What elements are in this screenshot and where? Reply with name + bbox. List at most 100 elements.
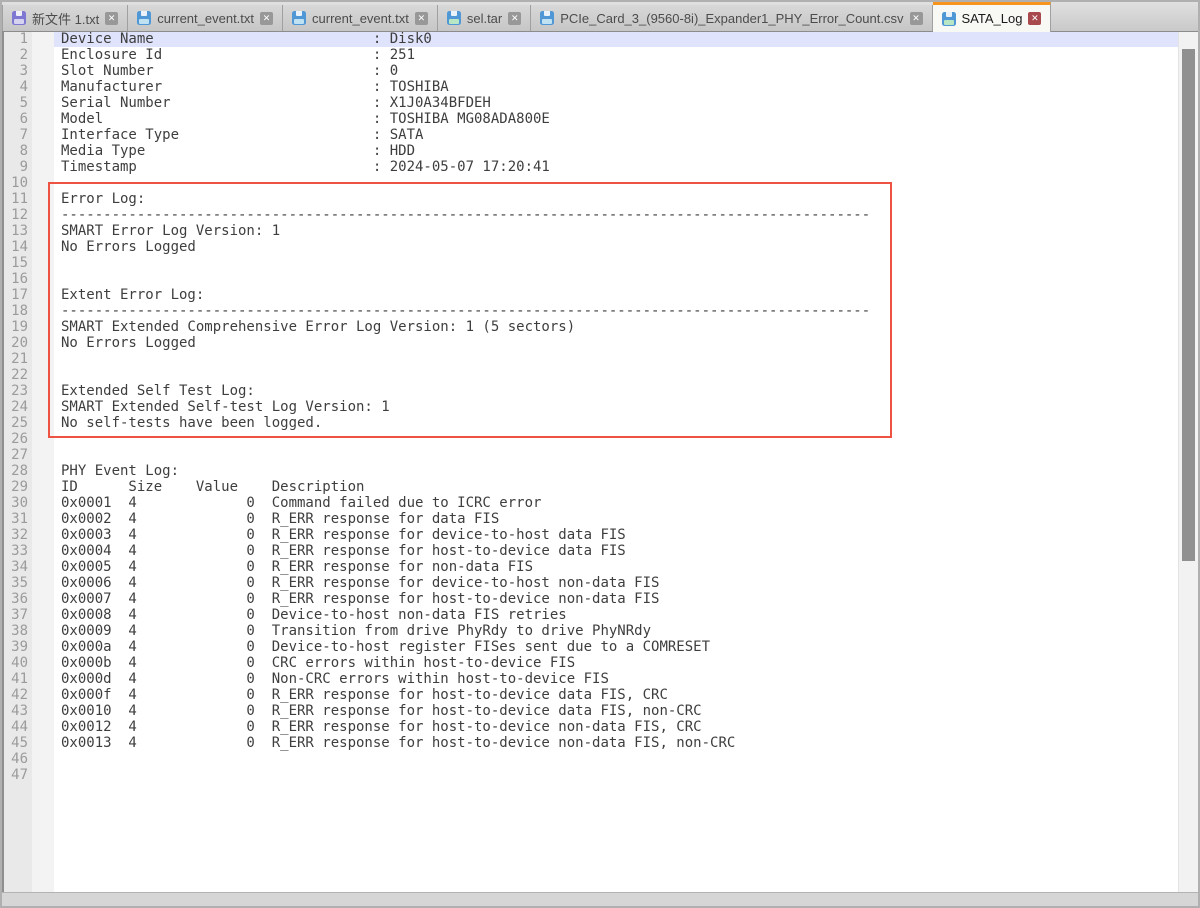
line-number: 23 [2, 383, 32, 399]
text-line [54, 367, 1178, 383]
line-number: 37 [2, 607, 32, 623]
tab-current-event-txt[interactable]: current_event.txt✕ [128, 5, 283, 31]
close-icon[interactable]: ✕ [508, 12, 521, 25]
line-number: 4 [2, 79, 32, 95]
floppy-icon [540, 11, 554, 25]
line-number: 17 [2, 287, 32, 303]
floppy-icon [12, 11, 26, 25]
line-number: 34 [2, 559, 32, 575]
text-line: No Errors Logged [54, 335, 1178, 351]
floppy-icon [447, 11, 461, 25]
text-line [54, 175, 1178, 191]
text-line: Manufacturer : TOSHIBA [54, 79, 1178, 95]
tab-sata-log[interactable]: SATA_Log✕ [933, 2, 1052, 32]
text-line: 0x0012 4 0 R_ERR response for host-to-de… [54, 719, 1178, 735]
line-number: 3 [2, 63, 32, 79]
text-line: 0x000d 4 0 Non-CRC errors within host-to… [54, 671, 1178, 687]
line-number: 19 [2, 319, 32, 335]
line-number: 22 [2, 367, 32, 383]
line-number: 44 [2, 719, 32, 735]
tab-current-event-txt[interactable]: current_event.txt✕ [283, 5, 438, 31]
text-line: Error Log: [54, 191, 1178, 207]
text-line: Interface Type : SATA [54, 127, 1178, 143]
line-number: 6 [2, 111, 32, 127]
line-number: 36 [2, 591, 32, 607]
text-line: 0x0010 4 0 R_ERR response for host-to-de… [54, 703, 1178, 719]
editor-window: 新文件 1.txt✕current_event.txt✕current_even… [0, 0, 1200, 908]
line-number: 24 [2, 399, 32, 415]
text-line: Model : TOSHIBA MG08ADA800E [54, 111, 1178, 127]
line-number: 2 [2, 47, 32, 63]
line-number: 45 [2, 735, 32, 751]
line-number: 47 [2, 767, 32, 783]
text-line: 0x0007 4 0 R_ERR response for host-to-de… [54, 591, 1178, 607]
text-line: 0x0004 4 0 R_ERR response for host-to-de… [54, 543, 1178, 559]
text-line: 0x000f 4 0 R_ERR response for host-to-de… [54, 687, 1178, 703]
text-line [54, 255, 1178, 271]
text-line: 0x000a 4 0 Device-to-host register FISes… [54, 639, 1178, 655]
line-number: 16 [2, 271, 32, 287]
line-number: 43 [2, 703, 32, 719]
text-line: SMART Extended Comprehensive Error Log V… [54, 319, 1178, 335]
line-number: 38 [2, 623, 32, 639]
line-number: 10 [2, 175, 32, 191]
line-number: 27 [2, 447, 32, 463]
text-line: SMART Extended Self-test Log Version: 1 [54, 399, 1178, 415]
line-number: 39 [2, 639, 32, 655]
line-number: 11 [2, 191, 32, 207]
line-number: 32 [2, 527, 32, 543]
vertical-scrollbar[interactable] [1178, 31, 1198, 893]
text-line: PHY Event Log: [54, 463, 1178, 479]
text-line [54, 271, 1178, 287]
tab-sel-tar[interactable]: sel.tar ✕ [438, 5, 531, 31]
text-line: Extent Error Log: [54, 287, 1178, 303]
text-line [54, 751, 1178, 767]
line-number: 12 [2, 207, 32, 223]
line-number: 26 [2, 431, 32, 447]
text-line: Extended Self Test Log: [54, 383, 1178, 399]
close-icon[interactable]: ✕ [105, 12, 118, 25]
text-line: 0x0001 4 0 Command failed due to ICRC er… [54, 495, 1178, 511]
text-line: Slot Number : 0 [54, 63, 1178, 79]
tab-1-txt[interactable]: 新文件 1.txt ✕ [2, 5, 128, 31]
floppy-icon [137, 11, 151, 25]
line-number: 28 [2, 463, 32, 479]
floppy-icon [292, 11, 306, 25]
text-line: ----------------------------------------… [54, 303, 1178, 319]
line-number: 25 [2, 415, 32, 431]
text-line: Device Name : Disk0 [54, 31, 1178, 47]
text-line: 0x0009 4 0 Transition from drive PhyRdy … [54, 623, 1178, 639]
line-number: 30 [2, 495, 32, 511]
close-icon[interactable]: ✕ [415, 12, 428, 25]
tab-label: 新文件 1.txt [32, 9, 99, 28]
line-number: 8 [2, 143, 32, 159]
text-line [54, 767, 1178, 783]
line-number: 5 [2, 95, 32, 111]
text-content[interactable]: Device Name : Disk0Enclosure Id : 251Slo… [54, 31, 1178, 893]
line-number-gutter: 1234567891011121314151617181920212223242… [2, 31, 54, 893]
line-number: 35 [2, 575, 32, 591]
tab-label: PCIe_Card_3_(9560-8i)_Expander1_PHY_Erro… [560, 11, 903, 26]
bottom-bar [2, 892, 1198, 906]
close-icon[interactable]: ✕ [260, 12, 273, 25]
text-line [54, 351, 1178, 367]
text-line: ID Size Value Description [54, 479, 1178, 495]
text-line: 0x0006 4 0 R_ERR response for device-to-… [54, 575, 1178, 591]
line-number: 20 [2, 335, 32, 351]
line-number: 33 [2, 543, 32, 559]
close-icon[interactable]: ✕ [910, 12, 923, 25]
line-number: 14 [2, 239, 32, 255]
line-number: 9 [2, 159, 32, 175]
editor-area: 1234567891011121314151617181920212223242… [2, 31, 1198, 893]
tab-pcie-card-3-9560-8i-expander1-phy-error-[interactable]: PCIe_Card_3_(9560-8i)_Expander1_PHY_Erro… [531, 5, 932, 31]
text-line: 0x0005 4 0 R_ERR response for non-data F… [54, 559, 1178, 575]
text-line [54, 431, 1178, 447]
close-icon[interactable]: ✕ [1028, 12, 1041, 25]
text-line: Timestamp : 2024-05-07 17:20:41 [54, 159, 1178, 175]
tab-bar: 新文件 1.txt✕current_event.txt✕current_even… [2, 2, 1198, 32]
text-line: ----------------------------------------… [54, 207, 1178, 223]
tab-label: sel.tar [467, 11, 502, 26]
line-number: 7 [2, 127, 32, 143]
scrollbar-thumb[interactable] [1182, 49, 1195, 561]
line-number: 15 [2, 255, 32, 271]
